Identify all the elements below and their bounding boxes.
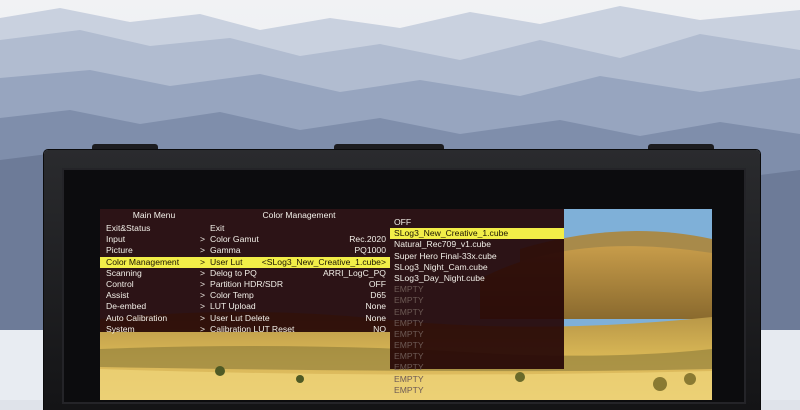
color-setting-partition-hdr-sdr[interactable]: Partition HDR/SDR OFF xyxy=(208,279,390,290)
main-menu-title: Main Menu xyxy=(132,210,176,220)
lut-option-super-hero-final-33x-cube[interactable]: Super Hero Final-33x.cube xyxy=(390,251,564,262)
color-setting-calibration-lut-reset[interactable]: Calibration LUT Reset NO xyxy=(208,324,390,335)
main-menu-item-label: Assist xyxy=(106,290,129,301)
color-setting-label: Calibration LUT Reset xyxy=(210,323,295,334)
main-menu-item-label: Control xyxy=(106,278,134,289)
color-setting-label: Delog to PQ xyxy=(210,267,257,278)
lut-slot-empty[interactable]: EMPTY xyxy=(390,284,564,295)
color-setting-label: User Lut xyxy=(210,256,243,267)
main-menu-item-label: Picture xyxy=(106,245,133,256)
main-menu-item-auto-calibration[interactable]: Auto Calibration > xyxy=(100,313,208,324)
color-setting-label: Color Gamut xyxy=(210,234,259,245)
lut-option-off[interactable]: OFF xyxy=(390,217,564,228)
color-setting-exit[interactable]: Exit xyxy=(208,223,390,234)
submenu-arrow-icon: > xyxy=(199,267,205,278)
lut-slot-empty[interactable]: EMPTY xyxy=(390,362,564,373)
main-menu-panel: Main Menu Exit&Status Input > Picture > Color… xyxy=(100,209,208,335)
color-setting-label: Partition HDR/SDR xyxy=(210,278,284,289)
lut-slot-empty[interactable]: EMPTY xyxy=(390,385,564,396)
main-menu-item-scanning[interactable]: Scanning > xyxy=(100,268,208,279)
submenu-arrow-icon: > xyxy=(199,278,205,289)
submenu-arrow-icon: > xyxy=(199,312,205,323)
main-menu-item-label: Scanning xyxy=(106,267,142,278)
lut-option-natural-rec709-v1-cube[interactable]: Natural_Rec709_v1.cube xyxy=(390,239,564,250)
color-setting-label: User Lut Delete xyxy=(210,312,270,323)
color-setting-lut-upload[interactable]: LUT Upload None xyxy=(208,301,390,312)
lut-option-slog3-night-cam-cube[interactable]: SLog3_Night_Cam.cube xyxy=(390,262,564,273)
color-setting-value: <SLog3_New_Creative_1.cube> xyxy=(261,256,386,267)
main-menu-item-label: Input xyxy=(106,234,126,245)
main-menu-item-assist[interactable]: Assist > xyxy=(100,290,208,301)
color-management-title: Color Management xyxy=(262,210,336,220)
color-setting-color-gamut[interactable]: Color Gamut Rec.2020 xyxy=(208,234,390,245)
color-setting-label: Exit xyxy=(210,223,225,233)
lut-option-slog3-new-creative-1-cube[interactable]: SLog3_New_Creative_1.cube xyxy=(390,228,564,240)
main-menu-item-exit-status[interactable]: Exit&Status xyxy=(100,223,208,234)
color-setting-label: LUT Upload xyxy=(210,301,256,312)
color-setting-value: ARRI_LogC_PQ xyxy=(322,267,386,278)
color-setting-value: PQ1000 xyxy=(354,245,386,256)
main-menu-item-de-embed[interactable]: De-embed > xyxy=(100,301,208,312)
lut-slot-empty[interactable]: EMPTY xyxy=(390,340,564,351)
main-menu-item-system[interactable]: System > xyxy=(100,324,208,335)
lut-slot-empty[interactable]: EMPTY xyxy=(390,329,564,340)
submenu-arrow-icon: > xyxy=(199,256,205,267)
main-menu-item-label: Color Management xyxy=(106,256,180,267)
color-setting-label: Gamma xyxy=(210,245,241,256)
lut-slot-empty[interactable]: EMPTY xyxy=(390,295,564,306)
color-setting-value: OFF xyxy=(368,278,386,289)
color-setting-color-temp[interactable]: Color Temp D65 xyxy=(208,290,390,301)
main-menu-item-input[interactable]: Input > xyxy=(100,234,208,245)
submenu-arrow-icon: > xyxy=(199,323,205,334)
color-setting-user-lut-delete[interactable]: User Lut Delete None xyxy=(208,313,390,324)
color-setting-delog-to-pq[interactable]: Delog to PQ ARRI_LogC_PQ xyxy=(208,268,390,279)
main-menu-item-label: System xyxy=(106,323,135,334)
main-menu-item-label: Auto Calibration xyxy=(106,312,168,323)
lut-slot-empty[interactable]: EMPTY xyxy=(390,351,564,362)
color-setting-user-lut[interactable]: User Lut <SLog3_New_Creative_1.cube> xyxy=(208,256,390,268)
lut-slot-empty[interactable]: EMPTY xyxy=(390,318,564,329)
main-menu-item-label: De-embed xyxy=(106,301,147,312)
user-lut-list-panel: OFF SLog3_New_Creative_1.cube Natural_Rec7… xyxy=(390,209,564,395)
main-menu-item-label: Exit&Status xyxy=(106,223,151,233)
color-setting-value: None xyxy=(365,312,386,323)
lut-slot-empty[interactable]: EMPTY xyxy=(390,307,564,318)
main-menu-item-picture[interactable]: Picture > xyxy=(100,245,208,256)
lut-slot-empty[interactable]: EMPTY xyxy=(390,374,564,385)
main-menu-item-control[interactable]: Control > xyxy=(100,279,208,290)
submenu-arrow-icon: > xyxy=(199,245,205,256)
color-setting-value: NO xyxy=(373,323,386,334)
main-menu-item-color-management[interactable]: Color Management > xyxy=(100,256,208,268)
color-setting-value: D65 xyxy=(370,290,386,301)
color-setting-value: None xyxy=(365,301,386,312)
submenu-arrow-icon: > xyxy=(199,234,205,245)
color-setting-value: Rec.2020 xyxy=(349,234,386,245)
color-setting-gamma[interactable]: Gamma PQ1000 xyxy=(208,245,390,256)
submenu-arrow-icon: > xyxy=(199,301,205,312)
color-setting-label: Color Temp xyxy=(210,290,254,301)
submenu-arrow-icon: > xyxy=(199,290,205,301)
lut-option-slog3-day-night-cube[interactable]: SLog3_Day_Night.cube xyxy=(390,273,564,284)
color-management-panel: Color Management Exit Color Gamut Rec.2020… xyxy=(208,209,390,335)
